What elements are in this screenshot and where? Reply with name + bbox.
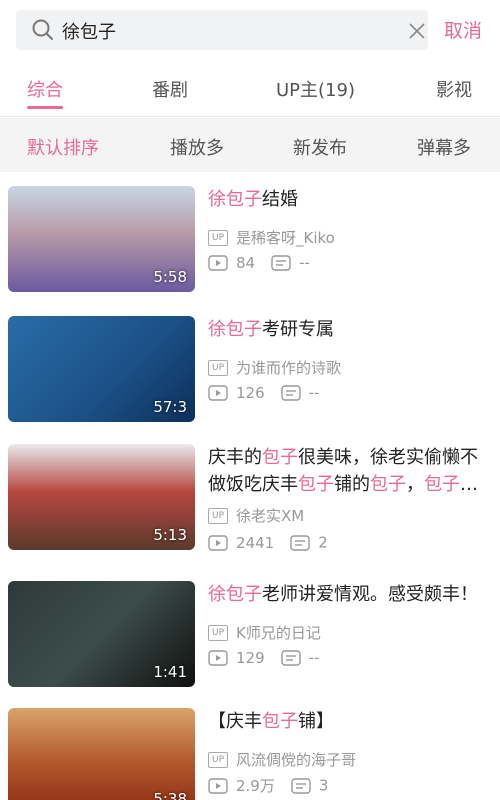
title-keyword-highlight: 徐包子 (208, 584, 262, 605)
video-duration: 57:3 (153, 398, 187, 416)
play-count: 84 (236, 253, 256, 272)
play-count: 129 (236, 648, 265, 667)
video-item[interactable]: 1:41 徐包子老师讲爱情观。感受颇丰！ UP K师兄的日记 129 -- (0, 567, 500, 697)
tab-movies[interactable]: 影视 (436, 76, 472, 102)
title-keyword-highlight: 徐包子 (208, 319, 262, 340)
video-thumbnail[interactable]: 5:38 (8, 708, 195, 800)
play-count: 2441 (236, 533, 275, 552)
video-duration: 5:13 (153, 526, 187, 544)
danmaku-count: -- (299, 253, 310, 272)
title-keyword-highlight: 包子 (298, 474, 334, 495)
search-input[interactable]: 徐包子 (62, 18, 116, 44)
stats-row: 2.9万 3 (208, 775, 328, 795)
play-count-icon (208, 254, 228, 271)
title-text: 庆丰的 (208, 447, 262, 468)
video-title[interactable]: 徐包子老师讲爱情观。感受颇丰！ (208, 581, 494, 608)
title-text: 结婚 (262, 189, 298, 210)
danmaku-count: 2 (318, 533, 328, 552)
danmaku-count-icon (280, 649, 301, 666)
sort-default[interactable]: 默认排序 (27, 134, 99, 160)
video-duration: 5:38 (153, 790, 187, 800)
active-tab-indicator (27, 106, 63, 109)
video-item[interactable]: 5:58 徐包子结婚 UP 是稀客呀_Kiko 84 -- (0, 172, 500, 302)
sort-bar: 默认排序 播放多 新发布 弹幕多 (0, 118, 500, 172)
uploader-row[interactable]: UP 为谁而作的诗歌 (208, 357, 341, 377)
up-badge-icon: UP (208, 229, 228, 246)
uploader-name: 风流倜傥的海子哥 (236, 751, 357, 769)
danmaku-count: 3 (318, 776, 329, 795)
play-count-icon (208, 534, 228, 551)
title-text: ， (406, 474, 424, 495)
title-text: 老师讲爱情观。感受颇丰！ (262, 584, 478, 605)
video-duration: 1:41 (153, 663, 187, 681)
sort-newest[interactable]: 新发布 (293, 134, 347, 160)
uploader-name: 徐老实XM (236, 507, 305, 525)
tab-all[interactable]: 综合 (27, 76, 63, 102)
play-count: 2.9万 (236, 777, 275, 795)
video-duration: 5:58 (153, 268, 187, 286)
video-list: 5:58 徐包子结婚 UP 是稀客呀_Kiko 84 -- 57:3 徐包子考研专属 UP 为谁而… (0, 172, 500, 800)
title-text: … (460, 474, 478, 495)
stats-row: 129 -- (208, 648, 319, 668)
video-thumbnail[interactable]: 57:3 (8, 316, 195, 422)
video-thumbnail[interactable]: 5:58 (8, 186, 195, 292)
uploader-row[interactable]: UP 风流倜傥的海子哥 (208, 749, 356, 769)
clear-icon[interactable] (408, 22, 426, 40)
up-badge-icon: UP (208, 359, 228, 376)
video-item[interactable]: 5:13 庆丰的包子很美味，徐老实偷懒不做饭吃庆丰包子铺的包子，包子… UP 徐老实X… (0, 430, 500, 560)
stats-row: 2441 2 (208, 533, 328, 553)
danmaku-count-icon (271, 254, 291, 271)
title-keyword-highlight: 包子 (424, 474, 460, 495)
title-text: 【庆丰 (208, 711, 262, 732)
play-count: 126 (236, 383, 265, 402)
danmaku-count-icon (280, 384, 301, 401)
title-keyword-highlight: 包子 (370, 474, 406, 495)
play-count-icon (208, 384, 228, 401)
play-count-icon (208, 777, 228, 794)
video-thumbnail[interactable]: 5:13 (8, 444, 195, 550)
danmaku-count-icon (291, 777, 311, 794)
uploader-name: 为谁而作的诗歌 (236, 359, 342, 377)
tab-uploaders[interactable]: UP主(19) (276, 76, 355, 102)
title-keyword-highlight: 徐包子 (208, 189, 262, 210)
up-badge-icon: UP (208, 751, 228, 768)
result-tabs: 综合 番剧 UP主(19) 影视 (0, 62, 500, 117)
uploader-name: K师兄的日记 (236, 624, 321, 642)
video-title[interactable]: 庆丰的包子很美味，徐老实偷懒不做饭吃庆丰包子铺的包子，包子… (208, 444, 494, 498)
play-count-icon (208, 649, 228, 666)
video-title[interactable]: 徐包子考研专属 (208, 316, 494, 343)
sort-most-danmaku[interactable]: 弹幕多 (417, 134, 471, 160)
video-thumbnail[interactable]: 1:41 (8, 581, 195, 687)
uploader-row[interactable]: UP 徐老实XM (208, 505, 304, 525)
video-item[interactable]: 57:3 徐包子考研专属 UP 为谁而作的诗歌 126 -- (0, 302, 500, 432)
stats-row: 84 -- (208, 253, 310, 273)
uploader-row[interactable]: UP K师兄的日记 (208, 622, 321, 642)
search-bar[interactable]: 徐包子 (16, 10, 428, 50)
sort-most-played[interactable]: 播放多 (170, 134, 224, 160)
up-badge-icon: UP (208, 507, 228, 524)
top-bar: 徐包子 取消 (0, 0, 500, 60)
uploader-name: 是稀客呀_Kiko (236, 229, 335, 247)
danmaku-count: -- (308, 383, 320, 402)
video-item[interactable]: 5:38 【庆丰包子铺】 UP 风流倜傥的海子哥 2.9万 3 (0, 694, 500, 800)
danmaku-count: -- (308, 648, 320, 667)
up-badge-icon: UP (208, 624, 228, 641)
video-title[interactable]: 徐包子结婚 (208, 186, 494, 213)
cancel-button[interactable]: 取消 (444, 16, 482, 43)
title-text: 铺】 (298, 711, 334, 732)
title-keyword-highlight: 包子 (262, 447, 298, 468)
tab-bangumi[interactable]: 番剧 (152, 76, 188, 102)
stats-row: 126 -- (208, 383, 319, 403)
title-text: 铺的 (334, 474, 370, 495)
title-keyword-highlight: 包子 (262, 711, 298, 732)
search-icon (32, 19, 53, 40)
uploader-row[interactable]: UP 是稀客呀_Kiko (208, 227, 335, 247)
title-text: 考研专属 (262, 319, 334, 340)
danmaku-count-icon (290, 534, 310, 551)
video-title[interactable]: 【庆丰包子铺】 (208, 708, 494, 735)
